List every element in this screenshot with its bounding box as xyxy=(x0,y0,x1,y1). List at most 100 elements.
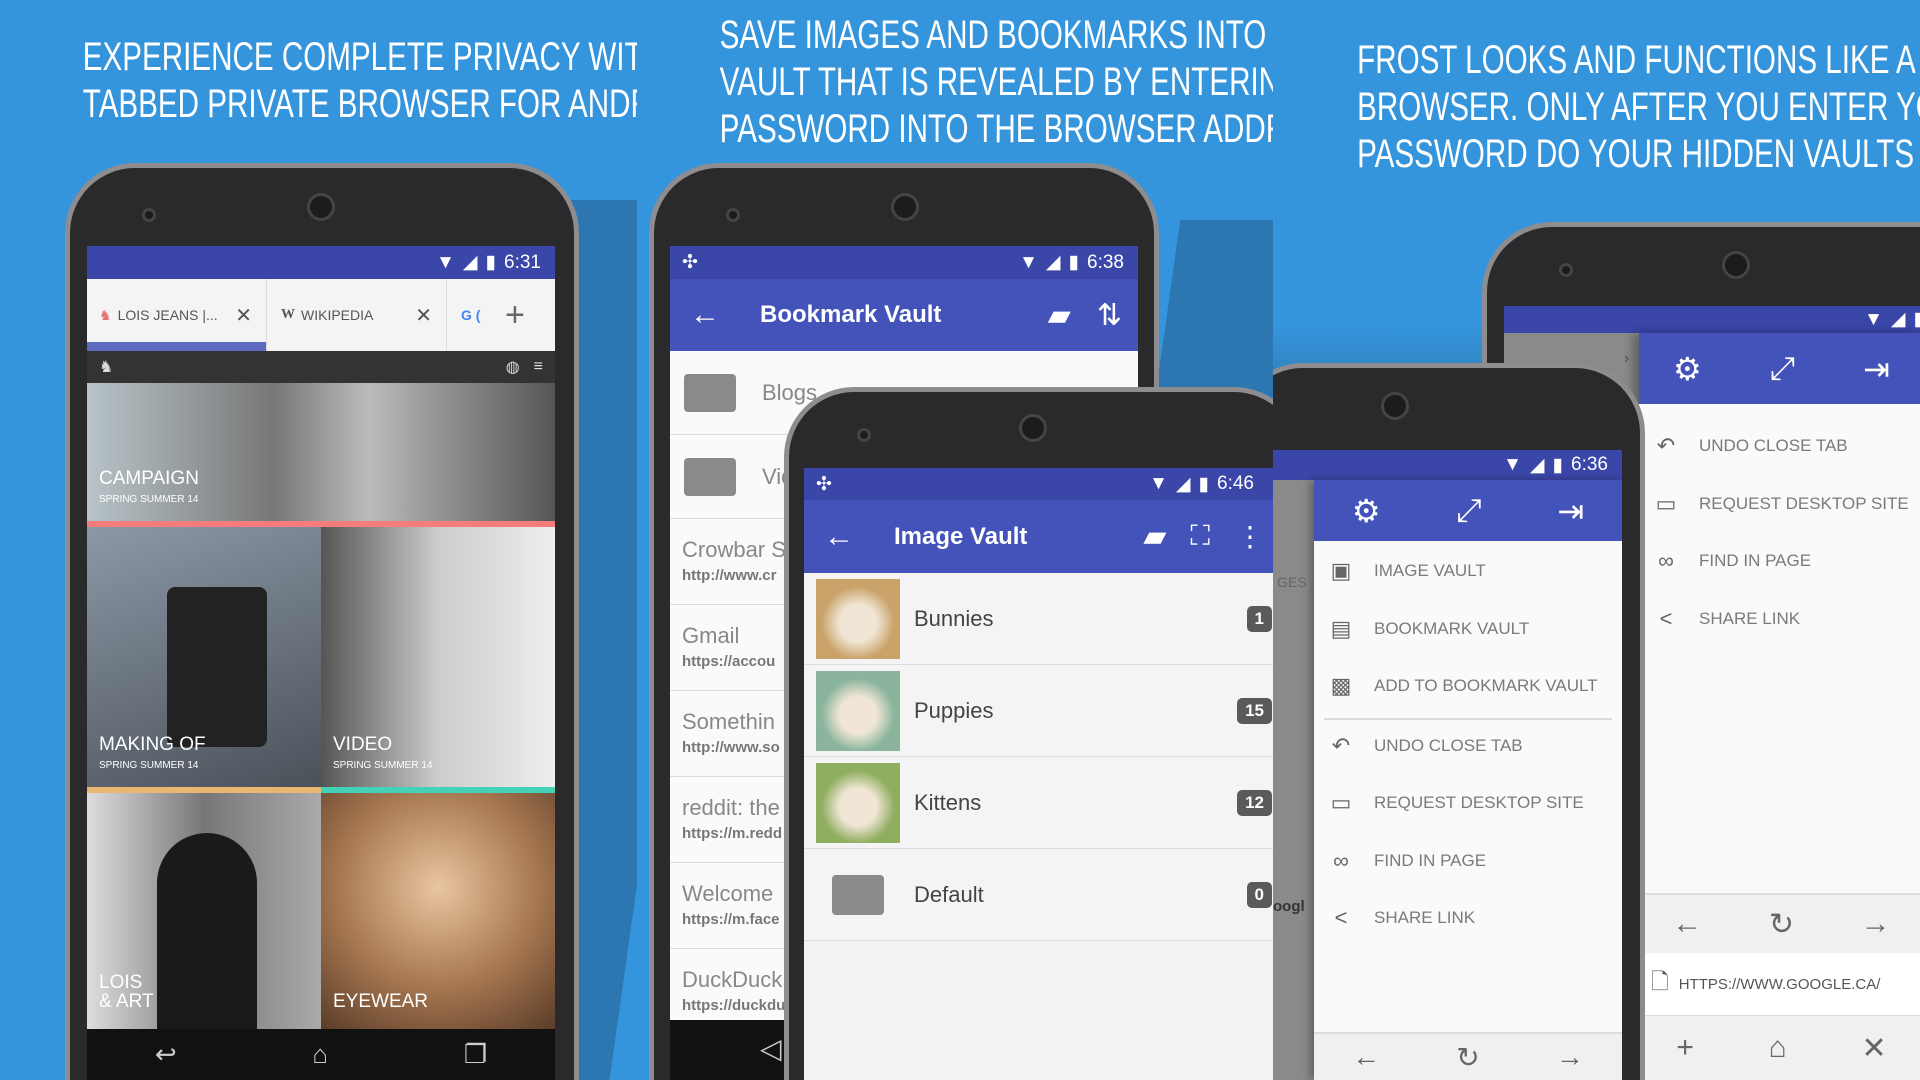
add-folder-icon[interactable]: ▰ xyxy=(1048,298,1071,333)
menu-item-share-link[interactable]: < SHARE LINK xyxy=(1639,591,1920,647)
fullscreen-icon[interactable]: ⤢ xyxy=(1456,492,1482,530)
forward-icon[interactable]: → xyxy=(1556,1041,1584,1073)
add-folder-icon[interactable]: ▰ xyxy=(1143,519,1166,554)
back-icon[interactable]: ← xyxy=(1672,907,1702,941)
menu-item-bookmark-vault[interactable]: ▤ BOOKMARK VAULT xyxy=(1314,601,1622,657)
album-thumbnail xyxy=(816,578,900,659)
more-options-icon[interactable]: ⋮ xyxy=(1236,520,1264,553)
active-tab-indicator xyxy=(87,342,266,351)
menu-item-share-link[interactable]: < SHARE LINK xyxy=(1314,890,1622,946)
url-text: HTTPS://WWW.GOOGLE.CA/ xyxy=(1678,975,1881,993)
menu-item-undo-close-tab[interactable]: ↶ UNDO CLOSE TAB xyxy=(1314,718,1622,774)
home-nav-icon[interactable]: ⌂ xyxy=(312,1039,328,1070)
fullscreen-icon[interactable]: ⤢ xyxy=(1770,350,1796,388)
album-name: Bunnies xyxy=(914,605,994,631)
desktop-icon: ▭ xyxy=(1655,490,1677,516)
close-tab-icon[interactable]: ✕ xyxy=(235,303,252,328)
tile-subtitle: SPRING SUMMER 14 xyxy=(333,760,433,771)
back-icon[interactable]: ← xyxy=(1352,1041,1380,1073)
status-bar: ✣ ▼ ◢ ▮ 6:46 xyxy=(804,468,1273,500)
album-name: Puppies xyxy=(914,697,994,723)
menu-item-image-vault[interactable]: ▣ IMAGE VAULT xyxy=(1314,543,1622,599)
frost-icon: ✣ xyxy=(682,252,698,273)
clock: 6:46 xyxy=(1217,473,1254,494)
battery-icon: ▮ xyxy=(1068,252,1080,273)
battery-icon: ▮ xyxy=(1198,473,1210,495)
slideshow-icon[interactable]: ⛶ xyxy=(1190,520,1210,553)
tile-making-of[interactable]: MAKING OF SPRING SUMMER 14 xyxy=(87,527,321,793)
address-bar[interactable]: 🗋 HTTPS://WWW.GOOGLE.CA/ xyxy=(1639,953,1920,1016)
reload-icon[interactable]: ↻ xyxy=(1456,1041,1479,1074)
menu-header: ⚙ ⤢ ⇥ xyxy=(1639,333,1920,404)
settings-icon[interactable]: ⚙ xyxy=(1673,350,1702,388)
tile-lois-art[interactable]: LOIS & ART xyxy=(87,793,321,1029)
reload-icon[interactable]: ↻ xyxy=(1769,907,1794,942)
sort-icon[interactable]: ⇅ xyxy=(1097,298,1122,333)
menu-item-find-in-page[interactable]: ∞ FIND IN PAGE xyxy=(1314,833,1622,889)
background-text: oogl xyxy=(1273,898,1305,915)
menu-item-label: BOOKMARK VAULT xyxy=(1374,618,1530,638)
album-count-badge: 12 xyxy=(1237,789,1272,816)
hamburger-menu-icon[interactable]: ≡ xyxy=(534,358,543,376)
back-arrow-icon[interactable]: ← xyxy=(804,520,874,554)
tab-strip: ♞ LOIS JEANS |... ✕ W WIKIPEDIA ✕ G ( + xyxy=(87,279,555,351)
album-row[interactable]: Puppies 15 xyxy=(804,665,1273,757)
nav-bar: ↩ ⌂ ❐ xyxy=(87,1029,555,1080)
wifi-icon: ▼ xyxy=(1503,454,1522,475)
tile-eyewear[interactable]: EYEWEAR xyxy=(321,793,555,1029)
status-bar: ▼ ◢ ▮ 6:36 xyxy=(1273,450,1622,480)
wifi-icon: ▼ xyxy=(1149,473,1168,494)
front-camera xyxy=(1722,251,1750,279)
tile-campaign[interactable]: CAMPAIGN SPRING SUMMER 14 xyxy=(87,383,555,527)
menu-item-add-to-bookmark-vault[interactable]: ▩ ADD TO BOOKMARK VAULT xyxy=(1314,658,1622,714)
title-line: SAVE IMAGES AND BOOKMARKS INTO A HIDDEN xyxy=(719,13,1273,57)
menu-item-request-desktop-site[interactable]: ▭ REQUEST DESKTOP SITE xyxy=(1314,775,1622,831)
folder-icon xyxy=(832,874,884,915)
tab-lois-jeans[interactable]: ♞ LOIS JEANS |... ✕ xyxy=(87,279,267,351)
exit-icon[interactable]: ⇥ xyxy=(1863,350,1890,388)
signal-icon: ◢ xyxy=(1529,454,1545,476)
back-arrow-icon[interactable]: ← xyxy=(670,298,740,332)
home-icon[interactable]: ⌂ xyxy=(1769,1031,1787,1065)
back-nav-icon[interactable]: ◁ xyxy=(760,1032,782,1065)
album-row[interactable]: Default 0 xyxy=(804,849,1273,941)
menu-item-request-desktop-site[interactable]: ▭ REQUEST DESKTOP SITE xyxy=(1639,476,1920,532)
recents-nav-icon[interactable]: ❐ xyxy=(464,1039,487,1070)
status-bar: ▼ ◢ ▮ xyxy=(1504,306,1920,333)
new-tab-button[interactable]: + xyxy=(505,296,525,335)
close-tab-icon[interactable]: ✕ xyxy=(415,303,432,328)
close-icon[interactable]: ✕ xyxy=(1861,1031,1886,1066)
horse-logo-icon[interactable]: ♞ xyxy=(99,357,113,377)
album-row[interactable]: Bunnies 1 xyxy=(804,573,1273,665)
menu-item-find-in-page[interactable]: ∞ FIND IN PAGE xyxy=(1639,533,1920,589)
tab-google[interactable]: G ( xyxy=(447,307,487,323)
album-row[interactable]: Kittens 12 xyxy=(804,757,1273,849)
menu-item-label: UNDO CLOSE TAB xyxy=(1374,735,1523,755)
background-text: GES xyxy=(1277,574,1307,590)
menu-item-undo-close-tab[interactable]: ↶ UNDO CLOSE TAB xyxy=(1639,418,1920,474)
album-thumbnail xyxy=(816,670,900,751)
exit-icon[interactable]: ⇥ xyxy=(1557,492,1584,530)
tile-title: CAMPAIGN xyxy=(99,468,199,489)
signal-icon: ◢ xyxy=(462,252,478,273)
back-nav-icon[interactable]: ↩ xyxy=(155,1039,177,1070)
globe-icon[interactable]: ◍ xyxy=(506,357,520,377)
new-tab-icon[interactable]: + xyxy=(1676,1031,1694,1065)
tile-video[interactable]: VIDEO SPRING SUMMER 14 xyxy=(321,527,555,793)
wifi-icon: ▼ xyxy=(436,251,455,273)
page-icon: 🗋 xyxy=(1651,969,1669,994)
menu-item-label: SHARE LINK xyxy=(1699,608,1801,628)
clock: 6:31 xyxy=(504,251,541,273)
folder-name: Blogs xyxy=(762,379,818,405)
clock: 6:36 xyxy=(1571,454,1608,475)
site-toolbar: ♞ ◍ ≡ xyxy=(87,351,555,383)
page-title: Image Vault xyxy=(894,522,1028,550)
front-camera xyxy=(307,193,335,221)
tab-wikipedia[interactable]: W WIKIPEDIA ✕ xyxy=(267,279,447,351)
album-name: Kittens xyxy=(914,789,982,815)
sensor xyxy=(726,208,740,222)
desktop-icon: ▭ xyxy=(1330,790,1352,815)
browser-screen: ▼ ◢ ▮ 6:31 ♞ LOIS JEANS |... ✕ W WIKIPEDIA ✕… xyxy=(87,246,555,1080)
forward-icon[interactable]: → xyxy=(1861,907,1891,941)
settings-icon[interactable]: ⚙ xyxy=(1352,492,1381,530)
